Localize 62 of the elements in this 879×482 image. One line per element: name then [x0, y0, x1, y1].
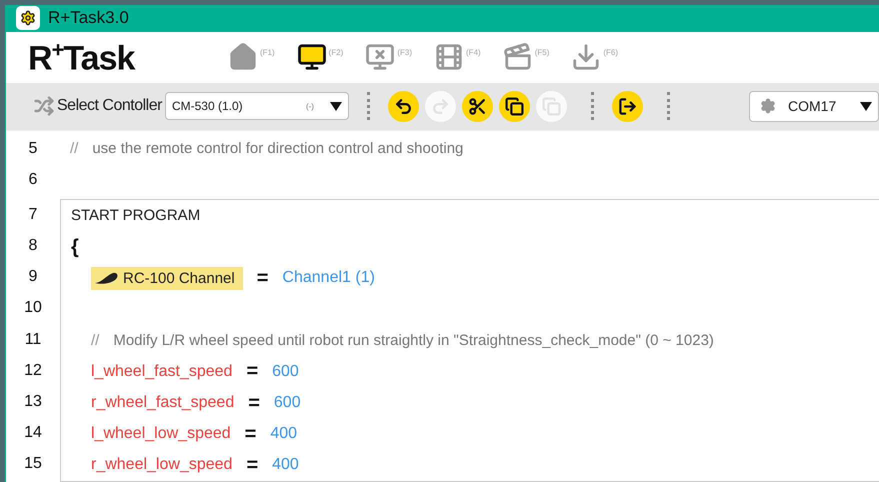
line-number: 15	[23, 455, 43, 474]
equals-sign: =	[244, 422, 256, 446]
code-value: 400	[270, 425, 298, 444]
copy-icon	[504, 96, 524, 116]
port-dropdown[interactable]: COM17	[749, 90, 879, 122]
mode-button[interactable]: (F3)	[365, 42, 412, 72]
code-value: 400	[272, 456, 299, 474]
line-number: 14	[23, 424, 43, 442]
film-icon	[434, 42, 464, 72]
download-icon	[571, 42, 602, 72]
copy-button[interactable]	[498, 90, 530, 122]
exit-icon	[618, 96, 637, 116]
code-comment: Modify L/R wheel speed until robot run straightly in "Straightness_check_mode" (0 ~ 1023)	[113, 332, 714, 350]
code-variable: l_wheel_low_speed	[91, 425, 231, 444]
line-number: 7	[28, 206, 38, 224]
scissors-icon	[468, 96, 487, 116]
monitor-icon	[296, 42, 327, 72]
line-number: 8	[28, 237, 38, 256]
mode-button[interactable]: (F5)	[502, 42, 550, 72]
mode-button[interactable]: (F6)	[571, 42, 618, 72]
shuffle-icon	[34, 96, 54, 116]
equals-sign: =	[246, 454, 258, 477]
line-number: 6	[28, 170, 38, 189]
code-value: 600	[274, 394, 301, 412]
mode-button[interactable]: (F1)	[228, 42, 275, 72]
gear-icon	[760, 98, 776, 114]
undo-button[interactable]	[388, 90, 419, 122]
window-title: R+Task3.0	[48, 8, 129, 28]
comment-mark: //	[91, 332, 100, 350]
monitor-icon	[365, 42, 396, 72]
line-number: 13	[23, 393, 43, 412]
line-number: 5	[28, 140, 38, 158]
mode-button[interactable]: (F4)	[434, 42, 481, 72]
exit-button[interactable]	[612, 90, 643, 122]
code-variable: r_wheel_low_speed	[91, 456, 232, 474]
line-number: 10	[23, 299, 43, 318]
cut-button[interactable]	[462, 90, 493, 122]
clapperboard-icon	[502, 42, 533, 72]
caret-icon	[330, 102, 342, 111]
equals-sign: =	[248, 392, 260, 415]
line-number: 12	[23, 362, 43, 380]
code-variable: r_wheel_fast_speed	[91, 394, 234, 412]
code-variable: l_wheel_fast_speed	[91, 362, 232, 381]
controller-label: Select Contoller	[57, 97, 162, 116]
comment-mark: //	[70, 140, 78, 158]
line-number: 9	[28, 268, 38, 286]
controller-dropdown[interactable]: CM-530 (1.0) (-)	[164, 92, 349, 120]
app-logo: R$^{+}$Task	[27, 36, 136, 78]
mode-button[interactable]: (F2)	[296, 42, 344, 72]
equals-sign: =	[256, 266, 268, 290]
code-comment: use the remote control for direction control and shooting	[92, 140, 464, 158]
caret-icon	[860, 102, 872, 111]
code-keyword: START PROGRAM	[71, 207, 200, 224]
device-block[interactable]: RC-100 Channel	[91, 266, 243, 290]
line-number: 11	[24, 330, 42, 349]
home-icon	[228, 42, 258, 72]
code-value: Channel1 (1)	[282, 269, 375, 288]
code-value: 600	[272, 362, 299, 381]
code-brace: {	[71, 236, 79, 259]
equals-sign: =	[246, 360, 258, 384]
undo-icon	[394, 96, 413, 116]
app-icon	[16, 6, 40, 30]
